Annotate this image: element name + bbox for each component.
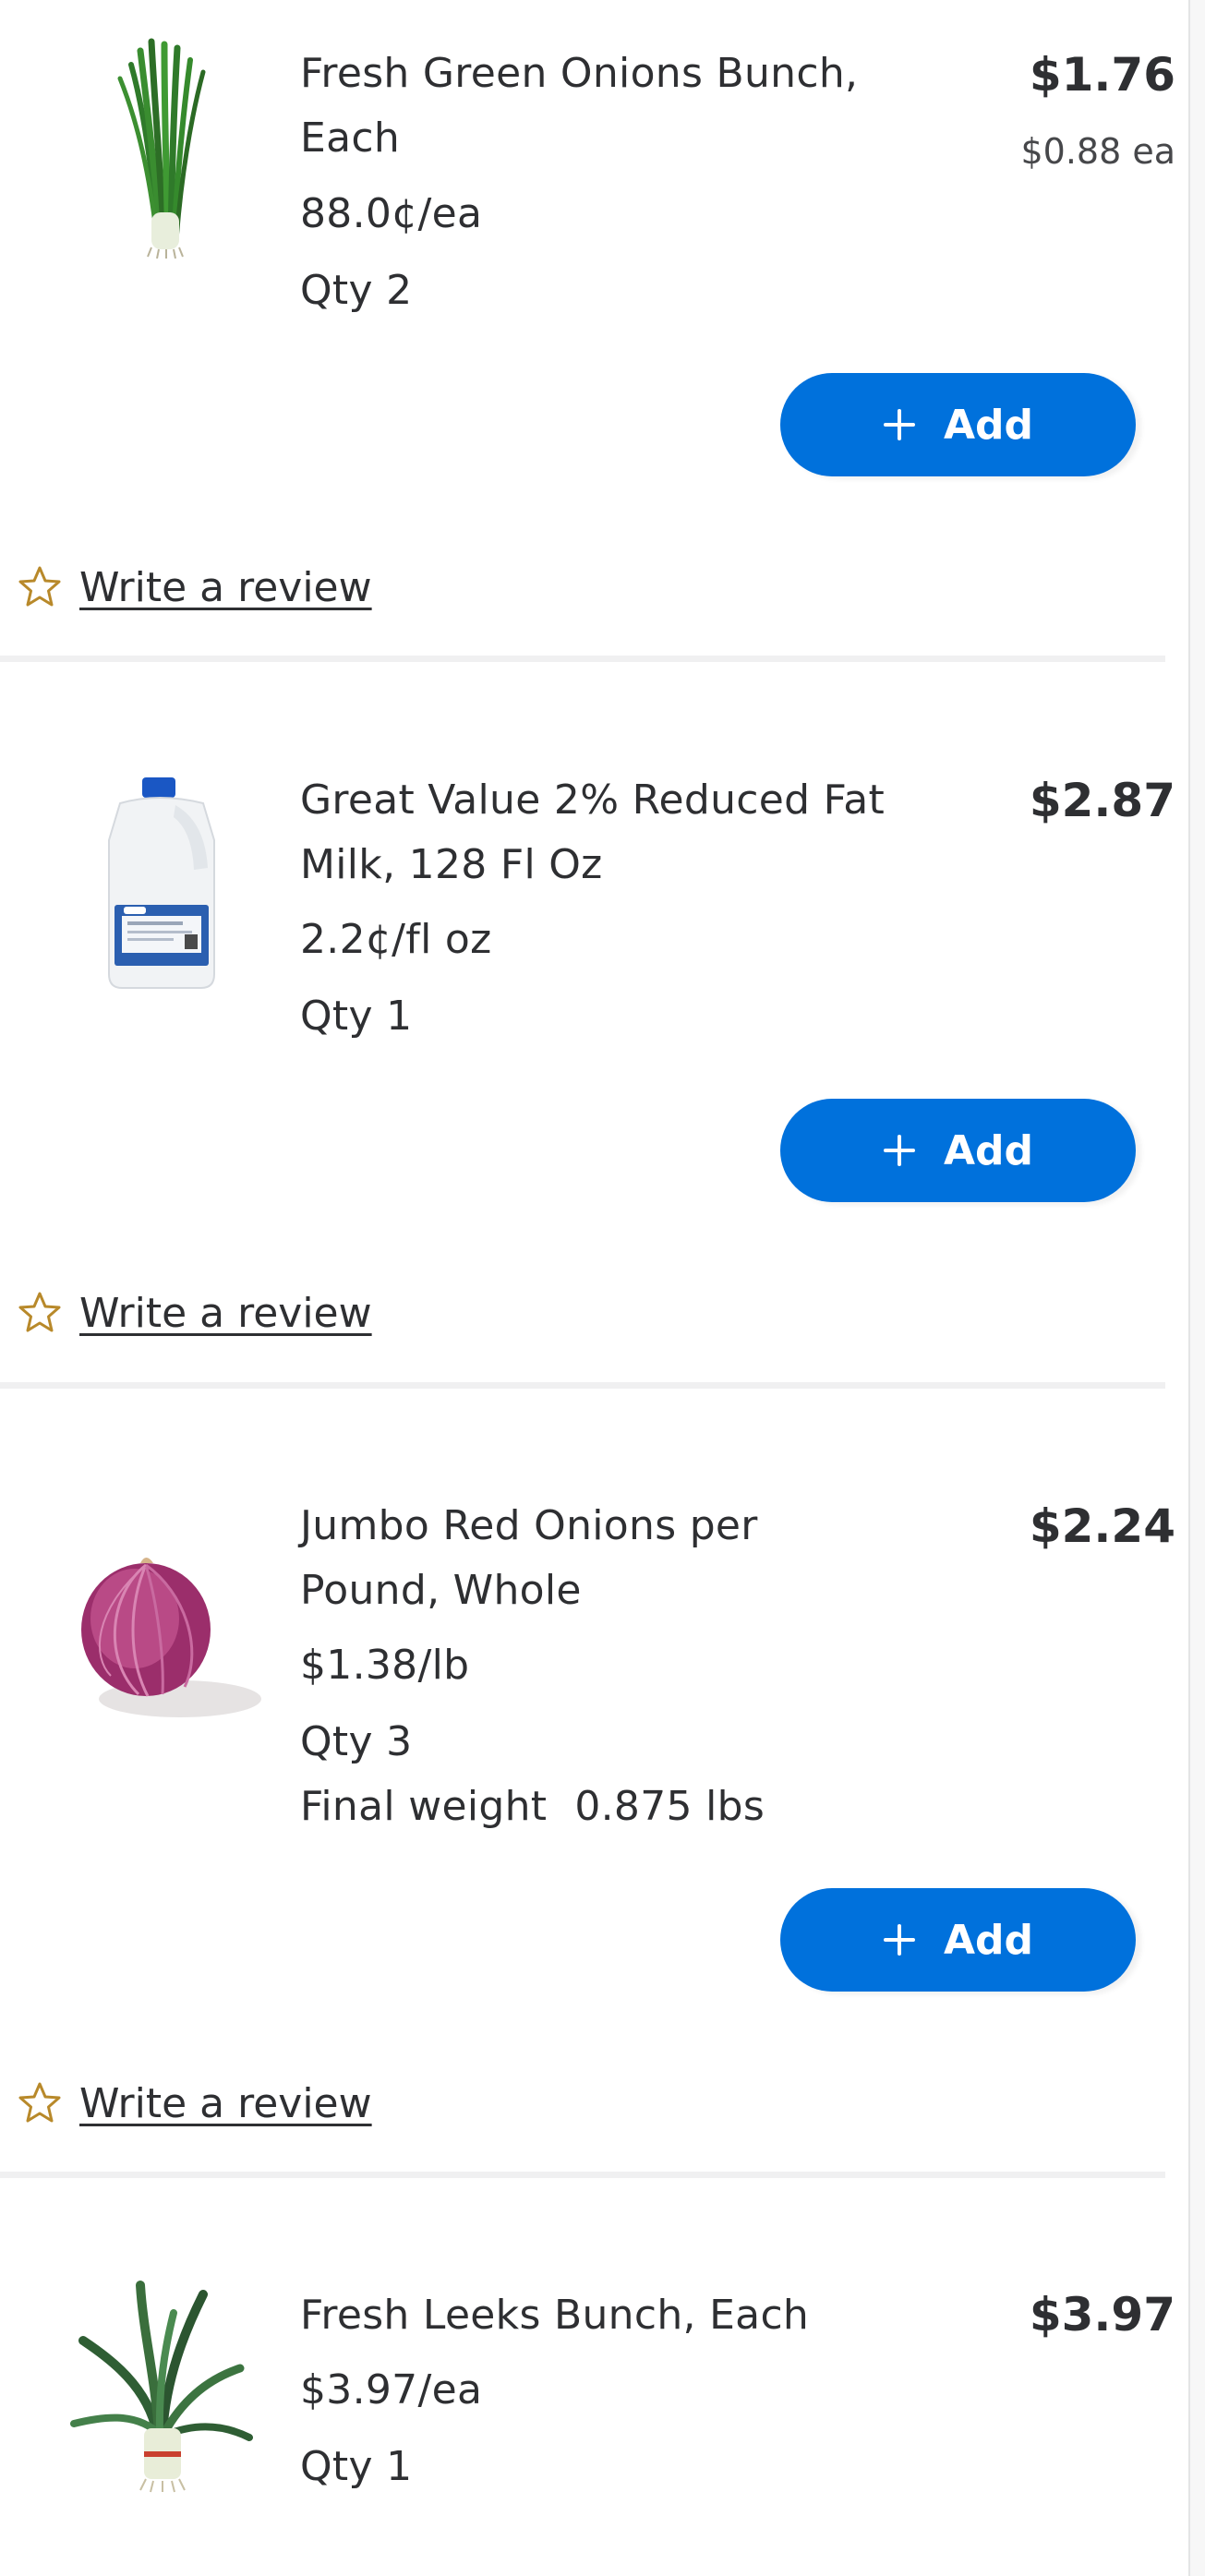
purchase-item-list: Fresh Green Onions Bunch, Each 88.0¢/ea … (0, 0, 1205, 2576)
each-price: $0.88 ea (1020, 131, 1175, 172)
plus-icon (883, 1134, 916, 1167)
milk-jug-image[interactable] (55, 766, 268, 997)
quantity: Qty 1 (300, 2443, 413, 2490)
plus-icon (883, 408, 916, 441)
write-review-link[interactable]: Write a review (17, 1285, 372, 1341)
product-name[interactable]: Fresh Green Onions Bunch, Each (300, 42, 891, 171)
write-review-label: Write a review (79, 2079, 372, 2127)
add-button-label: Add (943, 1916, 1034, 1964)
write-review-label: Write a review (79, 1289, 372, 1337)
add-button-label: Add (943, 1126, 1034, 1174)
star-outline-icon (17, 1290, 63, 1336)
item-price: $1.76 (1029, 48, 1175, 102)
write-review-link[interactable]: Write a review (17, 2076, 372, 2131)
final-weight-label: Final weight (300, 1783, 548, 1830)
quantity: Qty 3 (300, 1718, 413, 1765)
plus-icon (883, 1923, 916, 1956)
quantity: Qty 2 (300, 267, 413, 314)
star-outline-icon (17, 2080, 63, 2126)
write-review-label: Write a review (79, 563, 372, 611)
unit-price: $1.38/lb (300, 1642, 470, 1689)
star-outline-icon (17, 564, 63, 610)
product-name[interactable]: Great Value 2% Reduced Fat Milk, 128 Fl … (300, 768, 891, 897)
write-review-link[interactable]: Write a review (17, 560, 372, 615)
leeks-image[interactable] (55, 2276, 268, 2507)
add-button[interactable]: Add (780, 1099, 1136, 1202)
product-name[interactable]: Jumbo Red Onions per Pound, Whole (300, 1494, 891, 1623)
product-name[interactable]: Fresh Leeks Bunch, Each (300, 2283, 891, 2348)
item-divider (0, 656, 1165, 662)
red-onion-image[interactable] (55, 1519, 268, 1750)
item-price: $2.24 (1029, 1499, 1175, 1553)
quantity: Qty 1 (300, 993, 413, 1040)
item-divider (0, 2172, 1165, 2178)
unit-price: 88.0¢/ea (300, 190, 483, 237)
add-button[interactable]: Add (780, 1888, 1136, 1992)
add-button[interactable]: Add (780, 373, 1136, 476)
item-price: $3.97 (1029, 2288, 1175, 2341)
add-button-label: Add (943, 401, 1034, 449)
final-weight-value: 0.875 lbs (574, 1783, 765, 1830)
unit-price: 2.2¢/fl oz (300, 916, 492, 963)
item-divider (0, 1382, 1165, 1389)
green-onions-image[interactable] (55, 28, 268, 259)
scrollbar[interactable] (1188, 0, 1205, 2576)
item-price: $2.87 (1029, 774, 1175, 827)
unit-price: $3.97/ea (300, 2366, 483, 2413)
final-weight: Final weight 0.875 lbs (300, 1779, 765, 1835)
